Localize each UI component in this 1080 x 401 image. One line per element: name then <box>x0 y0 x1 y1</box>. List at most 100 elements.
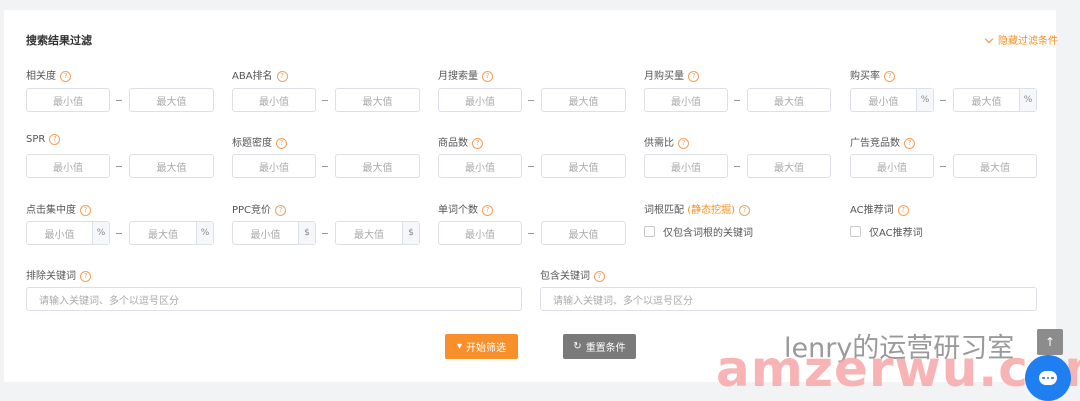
range-dash <box>528 233 534 234</box>
purchase-rate-max-input[interactable]: 最大值% <box>953 88 1037 112</box>
product-count-min-input[interactable]: 最小值 <box>438 154 522 178</box>
ad-product-count-max-input[interactable]: 最大值 <box>953 154 1037 178</box>
relevance-label: 相关度? <box>26 67 71 82</box>
help-icon[interactable]: ? <box>904 138 915 149</box>
root-only-checkbox-row[interactable]: 仅包含词根的关键词 <box>644 224 753 239</box>
click-concentration-max-input[interactable]: 最大值% <box>129 221 214 245</box>
range-dash <box>116 233 122 234</box>
aba-rank-min-input[interactable]: 最小值 <box>232 88 316 112</box>
product-count-max-input[interactable]: 最大值 <box>541 154 626 178</box>
supply-demand-max-input[interactable]: 最大值 <box>747 154 831 178</box>
reset-label: 重置条件 <box>585 343 626 354</box>
root-only-checkbox[interactable] <box>644 226 655 237</box>
range-dash <box>322 233 328 234</box>
help-icon[interactable]: ? <box>482 71 493 82</box>
monthly-purchase-max-input[interactable]: 最大值 <box>747 88 831 112</box>
refresh-icon: ↻ <box>573 341 582 352</box>
help-icon[interactable]: ? <box>594 271 605 282</box>
chat-button[interactable] <box>1025 355 1071 401</box>
percent-unit: % <box>196 222 213 244</box>
percent-unit: % <box>1019 89 1036 111</box>
filter-icon: ▾ <box>456 341 463 352</box>
dollar-unit: $ <box>298 222 315 244</box>
spr-label: SPR? <box>26 134 61 145</box>
help-icon[interactable]: ? <box>60 71 71 82</box>
chat-bubble-icon <box>1039 371 1057 385</box>
range-dash <box>734 166 740 167</box>
range-dash <box>322 100 328 101</box>
word-count-min-input[interactable]: 最小值 <box>438 221 522 245</box>
start-filter-button[interactable]: ▾ 开始筛选 <box>445 334 518 359</box>
relevance-min-input[interactable]: 最小值 <box>26 88 110 112</box>
chevron-down-icon <box>984 34 994 44</box>
dollar-unit: $ <box>402 222 419 244</box>
ac-only-label: 仅AC推荐词 <box>869 228 923 239</box>
supply-demand-min-input[interactable]: 最小值 <box>644 154 728 178</box>
start-filter-label: 开始筛选 <box>466 343 507 354</box>
range-dash <box>116 166 122 167</box>
include-keywords-label: 包含关键词? <box>540 267 605 282</box>
help-icon[interactable]: ? <box>688 71 699 82</box>
help-icon[interactable]: ? <box>897 205 909 216</box>
click-concentration-min-input[interactable]: 最小值% <box>26 221 110 245</box>
help-icon[interactable]: ? <box>678 138 689 149</box>
ppc-bid-max-input[interactable]: 最大值 $ <box>335 221 420 245</box>
range-dash <box>940 166 946 167</box>
help-icon[interactable]: ? <box>482 205 493 216</box>
ad-product-count-label: 广告竞品数? <box>850 134 915 149</box>
monthly-search-max-input[interactable]: 最大值 <box>541 88 626 112</box>
word-count-max-input[interactable]: 最大值 <box>541 221 626 245</box>
root-match-label: 词根匹配 (静态挖掘)? <box>644 201 750 216</box>
purchase-rate-min-input[interactable]: 最小值% <box>850 88 934 112</box>
watermark-site: amzerwu.com <box>716 340 1080 398</box>
arrow-up-icon: ↑ <box>1044 335 1056 349</box>
include-keywords-input[interactable]: 请输入关键词、多个以逗号区分 <box>540 287 1037 311</box>
root-only-label: 仅包含词根的关键词 <box>663 228 753 239</box>
aba-rank-label: ABA排名? <box>232 67 288 82</box>
ppc-bid-label: PPC竞价? <box>232 201 287 216</box>
range-dash <box>940 100 946 101</box>
reset-button[interactable]: ↻ 重置条件 <box>563 334 636 359</box>
title-density-max-input[interactable]: 最大值 <box>335 154 420 178</box>
monthly-purchase-label: 月购买量? <box>644 67 699 82</box>
spr-min-input[interactable]: 最小值 <box>26 154 110 178</box>
help-icon[interactable]: ? <box>49 134 61 145</box>
monthly-purchase-min-input[interactable]: 最小值 <box>644 88 728 112</box>
ac-keyword-label: AC推荐词? <box>850 201 909 216</box>
relevance-max-input[interactable]: 最大值 <box>129 88 214 112</box>
product-count-label: 商品数? <box>438 134 483 149</box>
help-icon[interactable]: ? <box>276 138 287 149</box>
hide-filters-toggle[interactable]: 隐藏过滤条件 <box>984 32 1058 47</box>
help-icon[interactable]: ? <box>739 205 750 216</box>
ac-only-checkbox-row[interactable]: 仅AC推荐词 <box>850 224 923 239</box>
exclude-keywords-input[interactable]: 请输入关键词、多个以逗号区分 <box>26 287 522 311</box>
help-icon[interactable]: ? <box>80 271 91 282</box>
word-count-label: 单词个数? <box>438 201 493 216</box>
percent-unit: % <box>916 89 933 111</box>
scroll-top-button[interactable]: ↑ <box>1037 329 1063 355</box>
click-concentration-label: 点击集中度? <box>26 201 91 216</box>
range-dash <box>528 166 534 167</box>
help-icon[interactable]: ? <box>275 205 287 216</box>
help-icon[interactable]: ? <box>472 138 483 149</box>
help-icon[interactable]: ? <box>80 205 91 216</box>
root-match-highlight: (静态挖掘) <box>687 205 735 216</box>
range-dash <box>734 100 740 101</box>
help-icon[interactable]: ? <box>884 71 895 82</box>
aba-rank-max-input[interactable]: 最大值 <box>335 88 420 112</box>
supply-demand-label: 供需比? <box>644 134 689 149</box>
range-dash <box>322 166 328 167</box>
help-icon[interactable]: ? <box>276 71 288 82</box>
monthly-search-min-input[interactable]: 最小值 <box>438 88 522 112</box>
range-dash <box>116 100 122 101</box>
title-density-label: 标题密度? <box>232 134 287 149</box>
filter-title: 搜索结果过滤 <box>26 34 92 47</box>
spr-max-input[interactable]: 最大值 <box>129 154 214 178</box>
ad-product-count-min-input[interactable]: 最小值 <box>850 154 934 178</box>
ac-only-checkbox[interactable] <box>850 226 861 237</box>
ppc-bid-min-input[interactable]: 最小值 $ <box>232 221 316 245</box>
title-density-min-input[interactable]: 最小值 <box>232 154 316 178</box>
purchase-rate-label: 购买率? <box>850 67 895 82</box>
monthly-search-label: 月搜索量? <box>438 67 493 82</box>
exclude-keywords-label: 排除关键词? <box>26 267 91 282</box>
